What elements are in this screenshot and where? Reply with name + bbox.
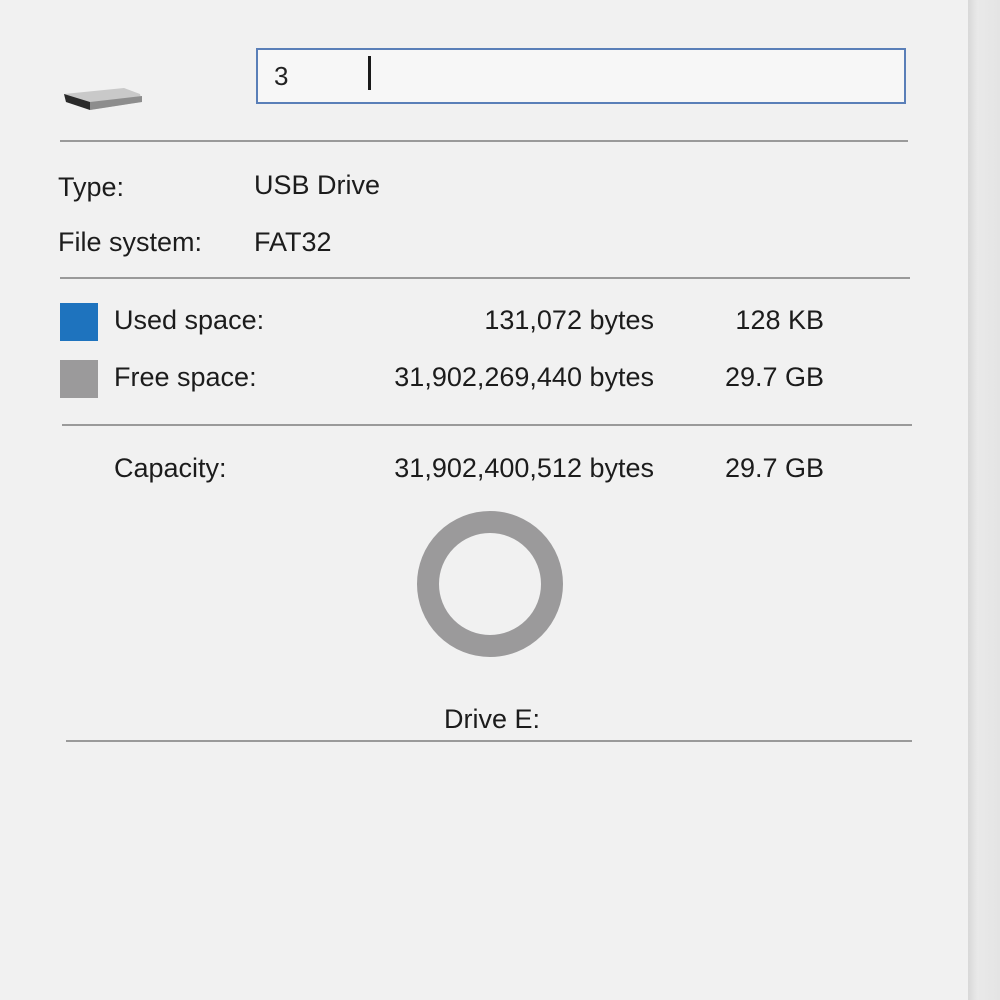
type-label: Type: (58, 172, 125, 202)
file-system-label: File system: (58, 227, 203, 257)
free-space-label: Free space: (114, 362, 257, 392)
window-edge (968, 0, 1000, 1000)
capacity-size: 29.7 GB (724, 453, 824, 483)
divider (60, 277, 910, 279)
drive-letter-label: Drive E: (443, 704, 541, 734)
usb-drive-icon (64, 88, 142, 110)
capacity-label: Capacity: (114, 453, 227, 483)
divider (62, 424, 912, 426)
capacity-bytes: 31,902,400,512 bytes (394, 453, 654, 483)
free-space-swatch (60, 360, 98, 398)
file-system-value: FAT32 (254, 227, 332, 257)
used-space-bytes: 131,072 bytes (484, 305, 654, 335)
type-value: USB Drive (254, 170, 381, 200)
disk-usage-ring-chart (417, 511, 563, 657)
used-space-label: Used space: (114, 305, 265, 335)
drive-properties-panel: Type: USB Drive File system: FAT32 Used … (0, 0, 968, 1000)
used-space-swatch (60, 303, 98, 341)
drive-name-input[interactable] (256, 48, 906, 104)
free-space-bytes: 31,902,269,440 bytes (394, 362, 654, 392)
text-cursor (368, 56, 371, 90)
divider (66, 740, 912, 742)
used-space-size: 128 KB (735, 305, 824, 335)
free-space-size: 29.7 GB (724, 362, 824, 392)
divider (60, 140, 908, 142)
ring-slice-free-space (417, 511, 563, 657)
